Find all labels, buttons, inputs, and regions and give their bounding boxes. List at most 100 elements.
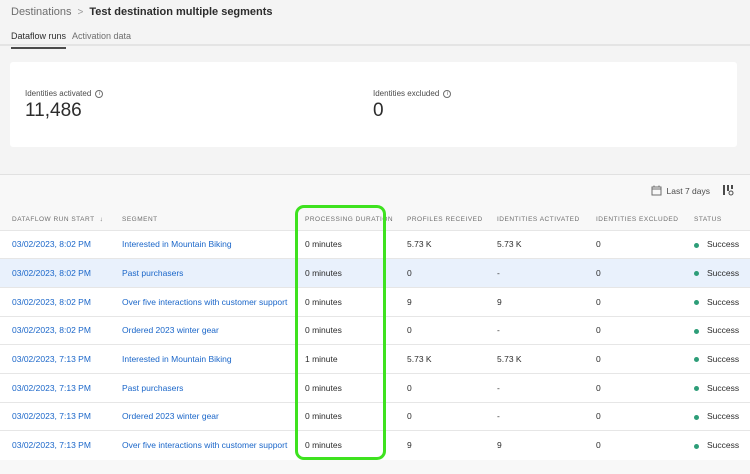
status-dot-icon — [694, 299, 699, 305]
run-start-link[interactable]: 03/02/2023, 8:02 PM — [12, 297, 91, 307]
segment-link[interactable]: Past purchasers — [122, 268, 183, 278]
table-row[interactable]: 03/02/2023, 8:02 PM Over five interaction… — [0, 286, 750, 317]
status-dot-icon — [694, 443, 699, 449]
column-header[interactable]: PROCESSING DURATION — [293, 209, 395, 230]
run-start-link[interactable]: 03/02/2023, 8:02 PM — [12, 325, 91, 335]
table-row[interactable]: 03/02/2023, 8:02 PM Ordered 2023 winter g… — [0, 315, 750, 345]
processing-duration: 0 minutes — [305, 268, 342, 279]
column-settings-icon[interactable] — [722, 184, 734, 196]
profiles-received: 9 — [407, 296, 412, 307]
column-header-label: IDENTITIES ACTIVATED — [497, 215, 580, 223]
column-header-label: PROCESSING DURATION — [305, 215, 394, 223]
cell: 9 — [395, 286, 485, 317]
column-header-label: SEGMENT — [122, 215, 158, 223]
table-row[interactable]: 03/02/2023, 7:13 PM Past purchasers 0 minu… — [0, 372, 750, 403]
cell: 5.73 K — [485, 344, 584, 374]
tab-dataflow-runs[interactable]: Dataflow runs — [11, 31, 67, 49]
status-dot-icon — [694, 414, 699, 420]
run-start-link[interactable]: 03/02/2023, 8:02 PM — [12, 268, 91, 278]
cell: 0 — [584, 258, 682, 288]
cell: Past purchasers — [110, 258, 293, 288]
identities-excluded: 0 — [596, 411, 601, 422]
run-start-link[interactable]: 03/02/2023, 7:13 PM — [12, 411, 91, 421]
table-row[interactable]: 03/02/2023, 8:02 PM Past purchasers 0 minu… — [0, 258, 750, 288]
cell: Success — [682, 344, 750, 374]
breadcrumb-destinations-link[interactable]: Destinations — [11, 6, 72, 18]
cell: 0 minutes — [293, 229, 395, 259]
cell: 0 — [584, 315, 682, 345]
info-icon[interactable]: i — [443, 89, 452, 98]
column-header-label: IDENTITIES EXCLUDED — [596, 215, 679, 223]
cell: 1 minute — [293, 344, 395, 374]
table-row[interactable]: 03/02/2023, 8:02 PM Interested in Mountai… — [0, 229, 750, 259]
cell: 0 — [584, 344, 682, 374]
segment-link[interactable]: Interested in Mountain Biking — [122, 354, 232, 364]
cell: 0 minutes — [293, 315, 395, 345]
segment-link[interactable]: Ordered 2023 winter gear — [122, 411, 219, 421]
profiles-received: 0 — [407, 268, 412, 279]
cell: Success — [682, 286, 750, 317]
identities-activated: 5.73 K — [497, 354, 522, 365]
date-filter-button[interactable]: Last 7 days — [651, 185, 710, 196]
identities-excluded: 0 — [596, 382, 601, 393]
cell: - — [485, 258, 584, 288]
cell: 0 — [395, 258, 485, 288]
status-dot-icon — [694, 328, 699, 334]
column-header[interactable]: STATUS — [682, 209, 750, 230]
dataflow-runs-table: DATAFLOW RUN START ↓ SEGMENT PROCESSING DUR… — [0, 209, 750, 460]
stat-value: 0 — [373, 100, 384, 121]
cell: 03/02/2023, 8:02 PM — [0, 229, 110, 259]
table-row[interactable]: 03/02/2023, 7:13 PM Interested in Mountai… — [0, 344, 750, 374]
identities-excluded: 0 — [596, 296, 601, 307]
run-start-link[interactable]: 03/02/2023, 8:02 PM — [12, 239, 91, 249]
cell: 0 — [584, 372, 682, 403]
cell: Over five interactions with customer sup… — [110, 286, 293, 317]
processing-duration: 0 minutes — [305, 440, 342, 451]
cell: 0 — [584, 286, 682, 317]
column-header[interactable]: DATAFLOW RUN START ↓ — [0, 209, 110, 230]
cell: - — [485, 315, 584, 345]
cell: 0 — [395, 372, 485, 403]
cell: 9 — [485, 430, 584, 460]
cell: 0 minutes — [293, 430, 395, 460]
segment-link[interactable]: Past purchasers — [122, 383, 183, 393]
column-header[interactable]: IDENTITIES EXCLUDED — [584, 209, 682, 230]
cell: 03/02/2023, 7:13 PM — [0, 430, 110, 460]
cell: 03/02/2023, 7:13 PM — [0, 372, 110, 403]
status-label: Success — [707, 440, 740, 451]
tab-bar: Dataflow runs Activation data — [0, 28, 750, 49]
cell: 0 minutes — [293, 286, 395, 317]
dataflow-runs-panel: Last 7 days DATAFLOW RUN START ↓ SEGMENT PR… — [0, 174, 750, 474]
cell: Success — [682, 372, 750, 403]
profiles-received: 5.73 K — [407, 354, 432, 365]
run-start-link[interactable]: 03/02/2023, 7:13 PM — [12, 383, 91, 393]
run-start-link[interactable]: 03/02/2023, 7:13 PM — [12, 440, 91, 450]
cell: 0 minutes — [293, 258, 395, 288]
table-row[interactable]: 03/02/2023, 7:13 PM Over five interaction… — [0, 430, 750, 460]
segment-link[interactable]: Ordered 2023 winter gear — [122, 325, 219, 335]
profiles-received: 5.73 K — [407, 239, 432, 250]
status-label: Success — [707, 268, 740, 279]
table-row[interactable]: 03/02/2023, 7:13 PM Ordered 2023 winter g… — [0, 401, 750, 431]
status-label: Success — [707, 382, 740, 393]
cell: 0 — [584, 401, 682, 431]
info-icon[interactable]: i — [95, 89, 104, 98]
segment-link[interactable]: Interested in Mountain Biking — [122, 239, 232, 249]
cell: 9 — [485, 286, 584, 317]
cell: 0 — [584, 229, 682, 259]
segment-link[interactable]: Over five interactions with customer sup… — [122, 440, 287, 450]
identities-excluded: 0 — [596, 239, 601, 250]
status-label: Success — [707, 354, 740, 365]
cell: Success — [682, 401, 750, 431]
identities-activated-stat: Identities activated i 11,486 — [25, 89, 104, 122]
cell: 03/02/2023, 8:02 PM — [0, 315, 110, 345]
column-header[interactable]: PROFILES RECEIVED — [395, 209, 485, 230]
segment-link[interactable]: Over five interactions with customer sup… — [122, 297, 287, 307]
column-header[interactable]: IDENTITIES ACTIVATED — [485, 209, 584, 230]
tab-activation-data[interactable]: Activation data — [72, 31, 131, 41]
column-header[interactable]: SEGMENT — [110, 209, 293, 230]
sort-descending-icon[interactable]: ↓ — [100, 216, 104, 223]
cell: 03/02/2023, 7:13 PM — [0, 344, 110, 374]
run-start-link[interactable]: 03/02/2023, 7:13 PM — [12, 354, 91, 364]
cell: 0 — [395, 401, 485, 431]
